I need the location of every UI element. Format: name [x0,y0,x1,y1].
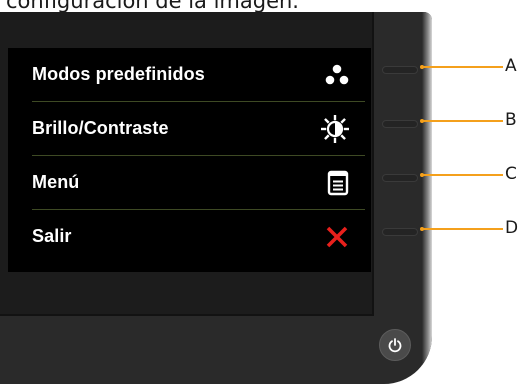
callout-line-c [421,174,503,176]
callout-line-d [421,228,503,230]
osd-item-brightness-contrast[interactable]: Brillo/Contraste [8,102,371,155]
osd-item-label: Modos predefinidos [32,64,205,84]
callout-label-c: C [505,164,517,184]
osd-item-label: Menú [32,172,80,192]
bezel-button-d[interactable] [382,228,418,236]
osd-item-exit[interactable]: Salir [8,210,371,263]
bezel-button-c[interactable] [382,174,418,182]
osd-menu-panel: Modos predefinidos Brillo/Contraste Menú… [8,48,371,272]
osd-item-label: Salir [32,226,72,246]
exit-icon [325,225,349,249]
bezel-button-b[interactable] [382,120,418,128]
callout-label-d: D [505,218,519,238]
menu-icon [327,170,349,196]
power-icon [388,338,402,353]
callout-line-b [421,120,503,122]
callout-label-a: A [505,56,517,76]
power-button[interactable] [379,329,411,361]
brightness-contrast-icon [321,114,349,143]
callout-line-a [421,66,503,68]
bezel-button-a[interactable] [382,66,418,74]
monitor-bezel: Modos predefinidos Brillo/Contraste Menú… [0,12,432,384]
callout-label-b: B [505,110,517,130]
osd-item-preset-modes[interactable]: Modos predefinidos [8,48,371,101]
monitor-screen: Modos predefinidos Brillo/Contraste Menú… [0,12,374,316]
osd-item-menu[interactable]: Menú [8,156,371,209]
osd-item-label: Brillo/Contraste [32,118,169,138]
preset-modes-icon [325,64,349,86]
